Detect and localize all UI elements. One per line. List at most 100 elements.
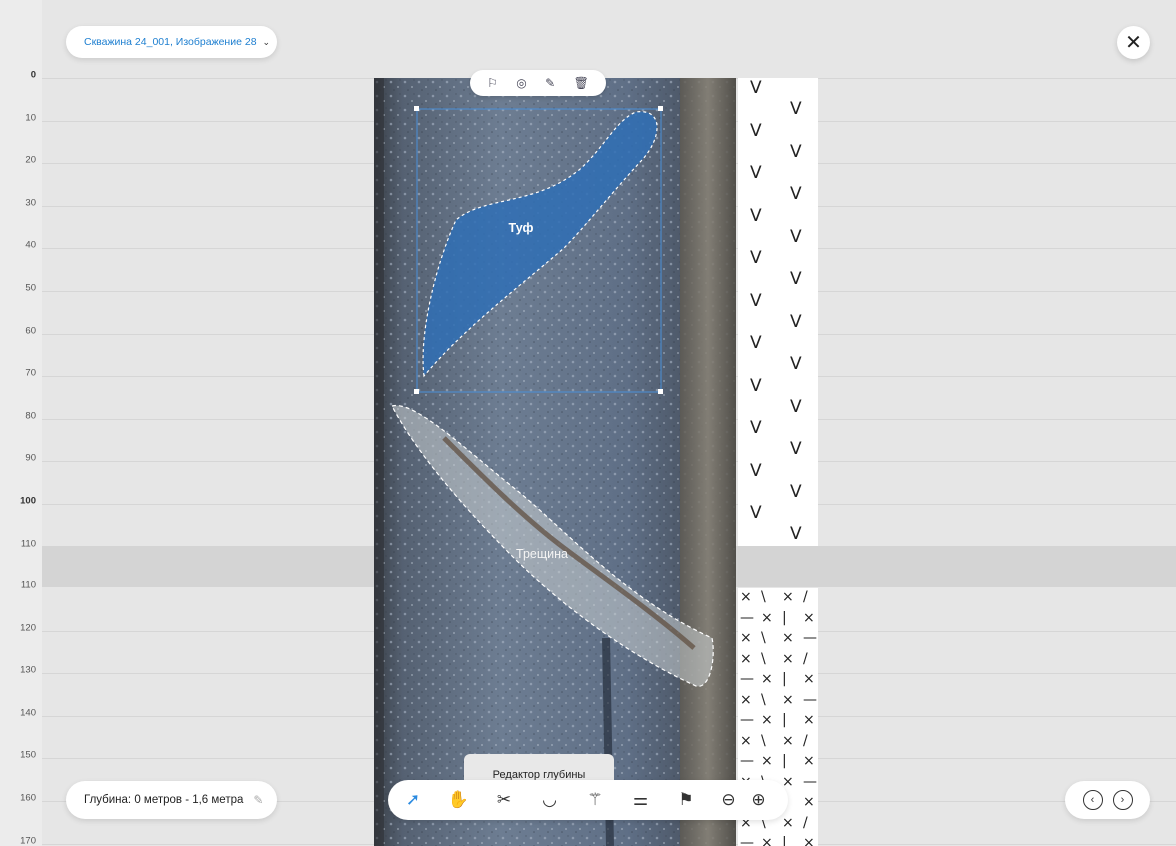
lithology-symbol: \	[761, 630, 766, 646]
lithology-symbol: V	[790, 439, 802, 459]
core-image[interactable]: Туф Трещина	[374, 78, 736, 846]
lithology-symbol: V	[750, 333, 762, 353]
ruler-tick-label: 100	[20, 495, 36, 507]
lithology-symbol: /	[803, 589, 808, 605]
zoom-out-icon[interactable]: ⊖	[717, 785, 741, 815]
lithology-symbol: /	[803, 814, 808, 831]
flag-icon[interactable]: ⚑	[671, 785, 701, 815]
lithology-symbol: ×	[782, 732, 794, 749]
lithology-symbol: ×	[803, 794, 815, 810]
lithology-symbol: —	[740, 753, 754, 769]
ruler-tick-label: 120	[20, 622, 36, 634]
lithology-symbol: ×	[782, 691, 794, 708]
ruler-tick-label: 60	[25, 325, 36, 337]
lithology-symbol: ×	[740, 589, 752, 605]
ruler-tick-label: 80	[25, 410, 36, 422]
lithology-symbol: ×	[761, 753, 773, 769]
lithology-symbol: V	[750, 503, 762, 523]
depth-label: Глубина: 0 метров - 1,6 метра	[84, 794, 244, 806]
ruler-tick-label: 0	[30, 69, 36, 81]
lithology-symbol: |	[782, 609, 787, 626]
lithology-symbol: —	[740, 671, 754, 687]
lithology-symbol: \	[761, 650, 766, 667]
lithology-symbol: \	[761, 691, 766, 708]
lithology-symbol: ×	[803, 753, 815, 769]
lithology-symbol: ×	[803, 835, 815, 846]
lithology-symbol: V	[790, 141, 802, 162]
depth-ruler: 0 10 20 30 40 50 60 70 80 90 100 110 110 120 130 140 150…	[0, 0, 42, 846]
ruler-tick-label: 170	[20, 835, 36, 846]
lithology-symbol: /	[803, 732, 808, 749]
lithology-symbol: ×	[803, 712, 815, 728]
lithology-symbol: ×	[740, 630, 752, 646]
scissors-icon[interactable]: ✂	[489, 785, 519, 815]
lithology-symbol: /	[803, 650, 808, 667]
lithology-symbol: V	[750, 418, 762, 438]
lithology-symbol: —	[740, 835, 754, 846]
lithology-symbol: ×	[782, 773, 794, 790]
lithology-symbol: ×	[782, 630, 794, 646]
selection-toolbar: ⚐ ◎ ✎ 🗑	[470, 70, 606, 96]
lithology-symbol: V	[750, 460, 762, 481]
lithology-symbol: —	[740, 609, 754, 626]
lithology-symbol: ×	[761, 671, 773, 687]
flag-icon[interactable]: ⚐	[487, 76, 498, 90]
ruler-tick-label: 50	[25, 282, 36, 294]
lithology-symbol: \	[761, 589, 766, 605]
ruler-tick-label: 140	[20, 707, 36, 719]
lithology-symbol: ×	[761, 609, 773, 626]
lithology-symbol: |	[782, 712, 787, 728]
trash-icon[interactable]: 🗑	[574, 76, 589, 90]
image-selector-label: Скважина 24_001, Изображение 28	[84, 36, 257, 48]
lithology-symbol: —	[803, 630, 817, 646]
lithology-symbol: ×	[740, 732, 752, 749]
depth-range[interactable]: Глубина: 0 метров - 1,6 метра ✎	[66, 781, 277, 819]
lithology-symbol: ×	[740, 650, 752, 667]
select-arrow-icon[interactable]: ➚	[398, 785, 428, 815]
eye-off-icon[interactable]: ◎	[516, 76, 526, 90]
ruler-tick-label: 110	[20, 538, 36, 550]
lithology-log-top: VVVVVVVVVVVVVVVVVVVVVVVV	[738, 78, 818, 546]
ruler-tick-label: 10	[25, 112, 36, 124]
pencil-icon[interactable]: ✎	[253, 793, 263, 807]
image-selector[interactable]: Скважина 24_001, Изображение 28 ⌄	[66, 26, 277, 58]
magic-wand-icon[interactable]: ⚚	[580, 785, 610, 815]
chevron-left-icon[interactable]: ‹	[1082, 790, 1103, 810]
lithology-symbol: V	[790, 481, 802, 502]
lithology-symbol: |	[782, 753, 787, 769]
tuff-label[interactable]: Туф	[509, 221, 534, 235]
close-button[interactable]: ✕	[1117, 26, 1150, 59]
close-icon: ✕	[1125, 32, 1142, 54]
image-navigation: ‹ ›	[1065, 781, 1150, 819]
lithology-symbol: ×	[761, 835, 773, 846]
chevron-right-icon[interactable]: ›	[1112, 790, 1133, 810]
lithology-symbol: ×	[803, 671, 815, 687]
lithology-symbol: V	[750, 120, 762, 141]
lithology-symbol: V	[750, 205, 762, 226]
ruler-tick-label: 130	[20, 664, 36, 676]
lasso-icon[interactable]: ◡	[535, 785, 565, 815]
zoom-in-icon[interactable]: ⊕	[747, 785, 771, 815]
lithology-symbol: |	[782, 835, 787, 846]
crack-label[interactable]: Трещина	[516, 547, 568, 561]
lithology-symbol: ×	[761, 712, 773, 728]
hand-icon[interactable]: ✋	[444, 785, 474, 815]
lithology-symbol: V	[750, 78, 762, 98]
lithology-symbol: |	[782, 671, 787, 687]
pencil-icon[interactable]: ✎	[545, 76, 555, 90]
lithology-symbol: V	[790, 396, 802, 417]
ruler-tick-label: 110	[20, 579, 36, 591]
ruler-tick-label: 30	[25, 197, 36, 209]
sliders-icon[interactable]: ⚌	[626, 785, 656, 815]
lithology-symbol: V	[750, 163, 762, 183]
lithology-symbol: \	[761, 732, 766, 749]
lithology-symbol: ×	[782, 589, 794, 605]
lithology-symbol: ×	[803, 609, 815, 626]
ruler-tick-label: 40	[25, 239, 36, 251]
ruler-tick-label: 20	[25, 154, 36, 166]
lithology-symbol: ×	[782, 814, 794, 831]
lithology-symbol: ×	[740, 691, 752, 708]
ruler-tick-label: 70	[25, 367, 36, 379]
lithology-symbol: —	[803, 773, 817, 790]
lithology-symbol: V	[790, 311, 802, 332]
